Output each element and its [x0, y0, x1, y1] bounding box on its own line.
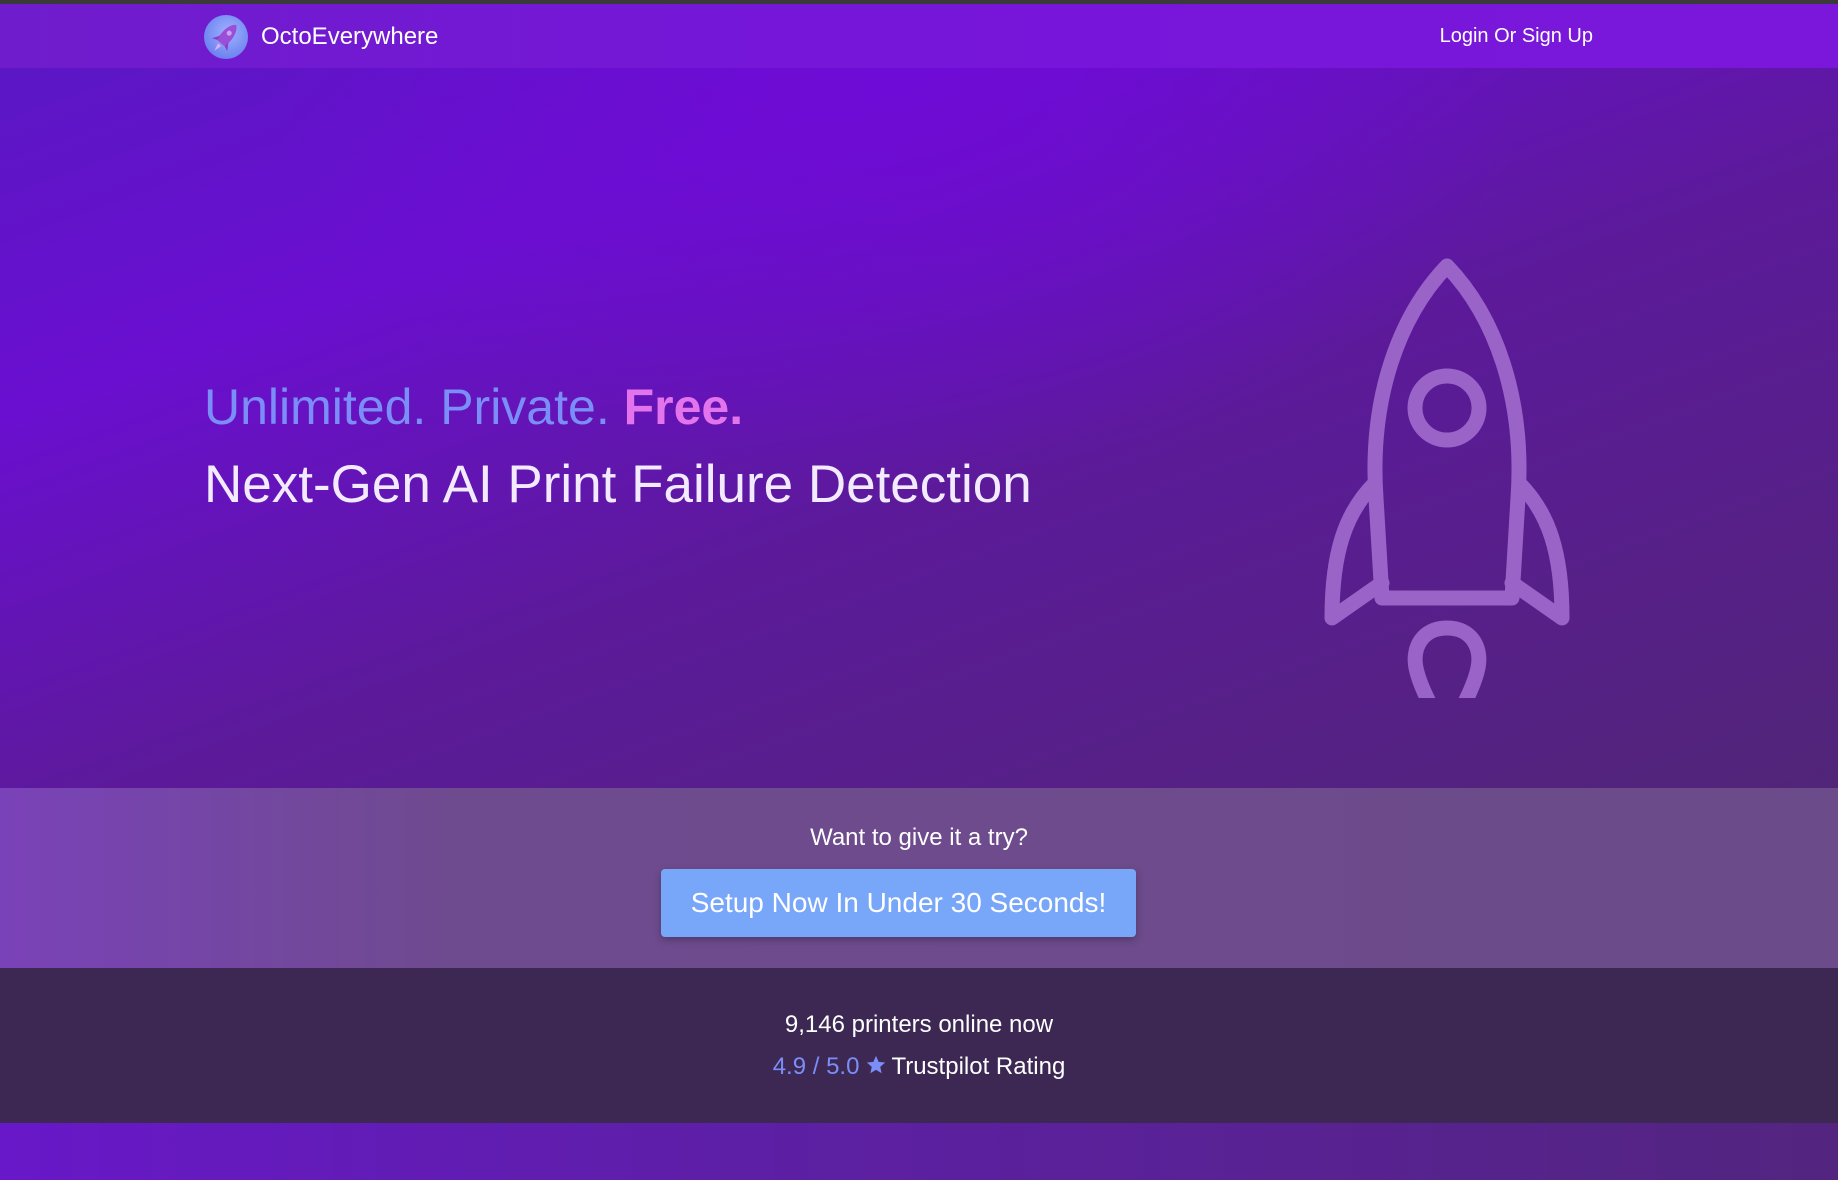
next-section-band [0, 1123, 1838, 1180]
rating-value: 4.9 / 5.0 [772, 1053, 860, 1080]
setup-now-button[interactable]: Setup Now In Under 30 Seconds! [661, 869, 1136, 937]
cta-section: Want to give it a try? Setup Now In Unde… [0, 788, 1838, 968]
brand-name: OctoEverywhere [261, 23, 439, 50]
hero-section: Unlimited. Private. Free. Next-Gen AI Pr… [0, 68, 1838, 788]
rating-label: Trustpilot Rating [891, 1053, 1066, 1080]
stats-section: 9,146 printers online now 4.9 / 5.0 Trust… [0, 968, 1838, 1123]
hero-headline: Next-Gen AI Print Failure Detection [204, 455, 1032, 514]
hero-tagline: Unlimited. Private. Free. [204, 378, 743, 436]
tagline-free: Free. [623, 379, 744, 435]
tagline-unlimited: Unlimited. [204, 379, 427, 435]
login-signup-link[interactable]: Login Or Sign Up [1440, 25, 1593, 48]
tagline-private: Private. [440, 379, 610, 435]
printers-online-count: 9,146 printers online now [784, 1011, 1054, 1038]
brand-link[interactable]: OctoEverywhere [204, 15, 438, 59]
rocket-icon [1324, 258, 1570, 698]
star-icon [865, 1054, 887, 1083]
trustpilot-rating[interactable]: 4.9 / 5.0 Trustpilot Rating [0, 1053, 1838, 1083]
rocket-logo-icon [204, 15, 248, 59]
top-navbar: OctoEverywhere Login Or Sign Up [0, 4, 1838, 68]
cta-question: Want to give it a try? [810, 824, 1028, 851]
